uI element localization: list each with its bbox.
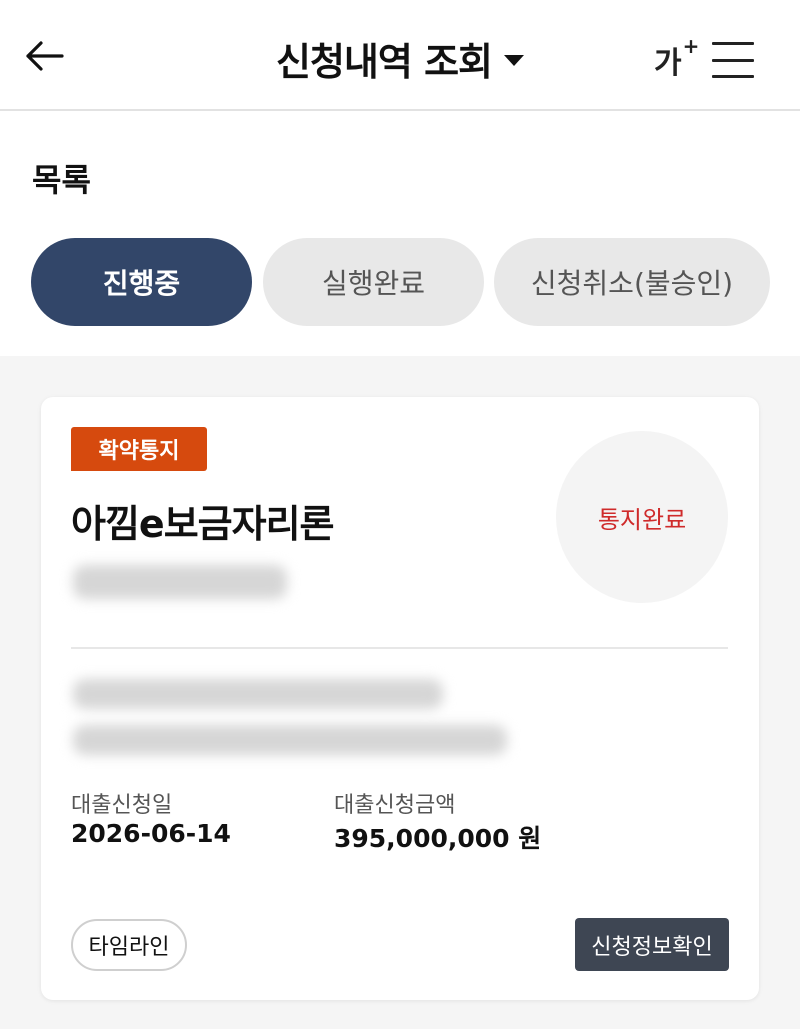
product-name: 아낌e보금자리론: [71, 502, 334, 546]
status-badge: 통지완료: [556, 431, 728, 603]
tab-cancelled[interactable]: 신청취소(불승인): [494, 238, 770, 326]
tab-completed[interactable]: 실행완료: [263, 238, 484, 326]
status-tag: 확약통지: [71, 427, 207, 471]
application-amount-value: 395,000,000 원: [334, 824, 542, 853]
font-size-label: 가: [654, 46, 682, 81]
app-header: 신청내역 조회 가 +: [0, 0, 800, 111]
tab-in-progress[interactable]: 진행중: [31, 238, 252, 326]
divider: [71, 647, 728, 649]
timeline-button[interactable]: 타임라인: [71, 919, 187, 971]
list-section: 목록 진행중 실행완료 신청취소(불승인): [0, 111, 800, 356]
caret-down-icon[interactable]: [504, 54, 524, 66]
menu-line: [712, 58, 754, 62]
hamburger-menu-icon[interactable]: [712, 42, 754, 78]
page-title[interactable]: 신청내역 조회: [276, 31, 493, 86]
arrow-left-icon: [26, 41, 64, 71]
application-date-value: 2026-06-14: [71, 819, 231, 848]
back-button[interactable]: [20, 36, 68, 76]
section-title: 목록: [32, 161, 91, 199]
redacted-text: [73, 725, 507, 755]
apply-info-button[interactable]: 신청정보확인: [575, 918, 729, 971]
plus-icon: +: [682, 34, 700, 58]
redacted-text: [73, 565, 287, 599]
redacted-text: [73, 679, 443, 709]
application-amount-label: 대출신청금액: [334, 793, 456, 818]
font-size-button[interactable]: 가 +: [654, 34, 699, 81]
menu-line: [712, 42, 754, 45]
menu-line: [712, 75, 754, 78]
application-date-label: 대출신청일: [71, 793, 173, 818]
application-card: 확약통지 아낌e보금자리론 통지완료 대출신청일 2026-06-14 대출신청…: [41, 397, 759, 1000]
